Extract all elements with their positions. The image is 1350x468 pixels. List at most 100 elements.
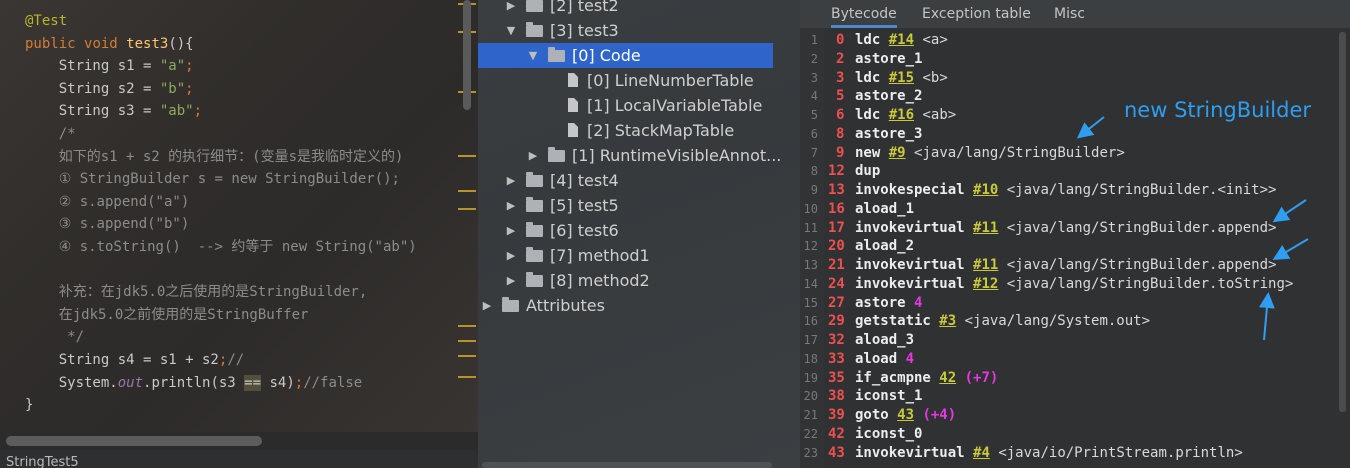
code-token: ; <box>185 58 194 75</box>
code-token: public <box>25 35 85 52</box>
bytecode-instruction: if_acmpne 42 (+7) <box>855 369 998 388</box>
bytecode-vertical-scrollbar[interactable] <box>1339 32 1346 412</box>
tree-horizontal-scrollbar[interactable] <box>482 462 772 468</box>
tree-node[interactable]: ▶ Attributes <box>478 293 800 318</box>
expand-right-icon[interactable]: ▶ <box>480 293 494 318</box>
editor-vertical-scrollbar[interactable] <box>463 0 471 110</box>
code-token: ② s.append("a") <box>25 193 190 210</box>
tree-node-label: [8] method2 <box>550 271 650 290</box>
constant-pool-link[interactable]: #9 <box>889 145 906 161</box>
bytecode-offset: 17 <box>828 219 845 236</box>
change-marker <box>458 190 476 192</box>
bytecode-instruction: invokespecial #10 <java/lang/StringBuild… <box>855 181 1276 200</box>
expand-down-icon[interactable]: ▼ <box>526 43 540 68</box>
tree-node[interactable]: [0] LineNumberTable <box>478 68 800 93</box>
tree-node[interactable]: [1] LocalVariableTable <box>478 93 800 118</box>
tree-node[interactable]: ▶ [7] method1 <box>478 243 800 268</box>
editor-horizontal-scrollbar[interactable] <box>6 436 262 446</box>
code-editor[interactable]: @Test public void test3(){ String s1 = "a… <box>0 0 478 432</box>
tree-node-label: [4] test4 <box>550 171 619 190</box>
opcode: aload <box>855 350 898 367</box>
code-line: ② s.append("a") <box>25 191 190 213</box>
operand-value: (+7) <box>964 369 999 386</box>
expand-right-icon[interactable]: ▶ <box>504 0 518 18</box>
tab-exception-table[interactable]: Exception table <box>922 0 1031 28</box>
line-number: 14 <box>803 276 818 291</box>
bytecode-instruction: astore_3 <box>855 125 922 144</box>
folder-icon <box>526 197 543 212</box>
code-token: void <box>84 35 127 52</box>
expand-right-icon[interactable]: ▶ <box>504 168 518 193</box>
bytecode-offset: 32 <box>828 332 845 348</box>
tree-node-label: [6] test6 <box>550 221 619 240</box>
bytecode-offset: 20 <box>828 238 845 255</box>
line-number: 3 <box>810 70 818 85</box>
code-token: System. <box>25 374 118 391</box>
line-number: 20 <box>803 389 818 404</box>
expand-right-icon[interactable]: ▶ <box>526 143 540 168</box>
constant-pool-link[interactable]: 42 <box>939 370 956 386</box>
bytecode-line: 13 21 invokevirtual #11 <java/lang/StringB… <box>800 256 1330 275</box>
line-number: 8 <box>810 164 818 179</box>
line-number: 17 <box>803 333 818 347</box>
bytecode-instruction: iconst_1 <box>855 387 922 406</box>
bytecode-line: 17 32 aload_3 <box>800 331 1330 350</box>
bytecode-line: 7 9 new #9 <java/lang/StringBuilder> <box>800 144 1330 163</box>
tree-node[interactable]: ▼ [3] test3 <box>478 18 800 43</box>
tree-node-label: [3] test3 <box>550 21 619 40</box>
tree-node-label: [2] test2 <box>550 0 619 15</box>
code-token: // <box>227 352 245 368</box>
bytecode-instruction: goto 43 (+4) <box>855 406 956 425</box>
tree-node[interactable]: ▶ [6] test6 <box>478 218 800 243</box>
bytecode-instruction: aload_1 <box>855 200 914 219</box>
folder-icon <box>502 297 519 312</box>
tree-node-label: Attributes <box>526 296 605 315</box>
constant-pool-link[interactable]: #16 <box>889 107 914 123</box>
constant-pool-link[interactable]: #11 <box>973 257 998 273</box>
folder-icon <box>548 147 565 162</box>
bytecode-instruction: aload_3 <box>855 331 914 350</box>
constant-pool-link[interactable]: #11 <box>973 220 998 236</box>
constant-pool-link[interactable]: #12 <box>973 276 998 292</box>
tree-node[interactable]: ▶ [2] test2 <box>478 0 800 18</box>
expand-right-icon[interactable]: ▶ <box>504 268 518 293</box>
line-number: 9 <box>810 183 818 197</box>
tree-node[interactable]: ▶ [1] RuntimeVisibleAnnot... <box>478 143 800 168</box>
constant-reference: <java/io/PrintStream.println> <box>998 444 1243 461</box>
constant-pool-link[interactable]: 43 <box>897 407 914 423</box>
tree-node[interactable]: ▶ [8] method2 <box>478 268 800 293</box>
expand-right-icon[interactable]: ▶ <box>504 243 518 268</box>
constant-pool-link[interactable]: #10 <box>973 182 998 198</box>
line-number: 21 <box>803 408 818 422</box>
bytecode-instruction: astore 4 <box>855 294 922 313</box>
constant-pool-link[interactable]: #15 <box>889 70 914 86</box>
file-tab[interactable]: StringTest5 <box>0 450 478 468</box>
tree-node[interactable]: [2] StackMapTable <box>478 118 800 143</box>
constant-pool-link[interactable]: #14 <box>889 32 914 48</box>
class-structure-tree[interactable]: ▶ [2] test2 ▼ [3] test3 ▼ [0] Code [0] LineNum… <box>478 0 800 468</box>
expand-right-icon[interactable]: ▶ <box>504 193 518 218</box>
bytecode-offset: 27 <box>828 294 845 311</box>
constant-pool-link[interactable]: #4 <box>973 445 990 461</box>
code-token: /* <box>25 126 76 142</box>
tree-node[interactable]: ▶ [5] test5 <box>478 193 800 218</box>
constant-reference: <a> <box>922 32 948 48</box>
code-token: @Test <box>25 13 68 29</box>
tab-misc[interactable]: Misc <box>1054 0 1085 28</box>
line-number: 2 <box>810 51 818 66</box>
tree-node[interactable]: ▶ [4] test4 <box>478 168 800 193</box>
expand-down-icon[interactable]: ▼ <box>504 18 518 43</box>
tree-node[interactable]: ▼ [0] Code <box>478 43 773 68</box>
line-number: 10 <box>803 201 818 216</box>
annotation-new-stringbuilder: new StringBuilder <box>1124 98 1312 122</box>
tab-bytecode[interactable]: Bytecode <box>831 0 897 28</box>
expand-right-icon[interactable]: ▶ <box>504 218 518 243</box>
code-line: String s2 = "b"; <box>25 78 194 100</box>
code-token: 如下的s1 + s2 的执行细节：(变量s是我临时定义的) <box>25 148 404 165</box>
bytecode-line: 22 42 iconst_0 <box>800 425 1330 444</box>
change-marker <box>458 208 476 210</box>
bytecode-line: 1 0 ldc #14 <a> <box>800 31 1330 50</box>
code-line: System.out.println(s3 == s4);//false <box>25 372 362 394</box>
constant-pool-link[interactable]: #3 <box>939 313 956 329</box>
code-token: String s4 = s1 + s2 <box>25 352 219 368</box>
